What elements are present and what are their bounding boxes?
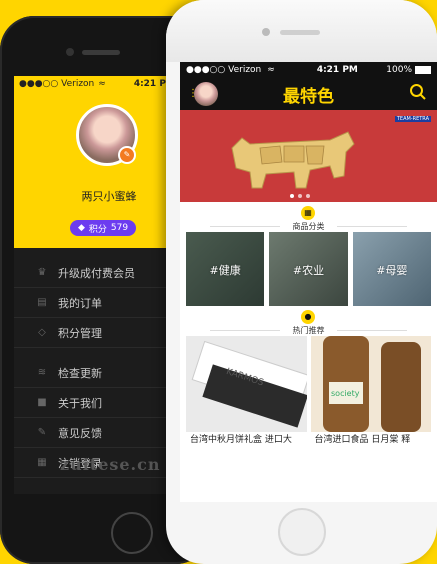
edit-avatar-icon[interactable]: ✎ xyxy=(118,146,136,164)
diamond-icon: ◇ xyxy=(38,327,46,338)
brand-text: society xyxy=(331,389,360,398)
points-label: 积分 xyxy=(88,224,107,235)
product-list: KARMOS 台湾中秋月饼礼盒 进口大 society 台湾进口食品 日月棠 释 xyxy=(180,336,437,448)
wifi-icon: ≈ xyxy=(98,79,106,89)
category-agriculture[interactable]: #农业 xyxy=(269,232,348,306)
category-label: #健康 xyxy=(209,264,241,277)
front-phone-camera xyxy=(262,28,270,36)
grid-icon: ▦ xyxy=(301,206,315,220)
battery-icon xyxy=(415,66,431,74)
menu-item-label: 我的订单 xyxy=(58,296,102,310)
status-time: 4:21 PM xyxy=(316,65,358,75)
status-bar: ●●●○○ Verizon ≈ 4:21 PM 100% xyxy=(180,62,437,78)
edit-icon: ✎ xyxy=(37,427,47,438)
camera-icon: ■ xyxy=(37,397,47,408)
carrier-label: ●●●○○ Verizon xyxy=(19,79,95,89)
category-list: #健康 #农业 #母婴 xyxy=(180,232,437,306)
product-name: 台湾进口食品 日月棠 释 xyxy=(310,432,431,448)
menu-item-label: 升级成付费会员 xyxy=(58,266,135,280)
category-health[interactable]: #健康 xyxy=(186,232,265,306)
category-label: #母婴 xyxy=(376,264,408,277)
product-name: 台湾中秋月饼礼盒 进口大 xyxy=(186,432,307,448)
grid-icon: ▦ xyxy=(37,457,47,468)
front-home-button[interactable] xyxy=(278,508,326,556)
front-phone-bezel xyxy=(166,0,437,62)
crown-icon: ♛ xyxy=(37,267,47,278)
flame-icon: ● xyxy=(301,310,315,324)
front-phone-screen: ●●●○○ Verizon ≈ 4:21 PM 100% ⋮ 最特色 TEAM-… xyxy=(180,62,437,502)
back-phone-camera xyxy=(66,48,74,56)
carrier-label: ●●●○○ Verizon xyxy=(186,65,262,75)
category-mother-baby[interactable]: #母婴 xyxy=(352,232,431,306)
diamond-icon: ◆ xyxy=(77,223,85,233)
cow-cutting-board-image xyxy=(231,131,355,189)
points-badge[interactable]: ◆ 积分 579 xyxy=(70,220,136,236)
battery-label: 100% xyxy=(386,65,412,75)
points-value: 579 xyxy=(110,223,129,233)
clipboard-icon: ▤ xyxy=(37,297,47,308)
layers-icon: ≋ xyxy=(37,367,47,378)
carousel-dot[interactable] xyxy=(290,194,294,198)
app-header: ⋮ 最特色 xyxy=(180,78,437,110)
back-phone-speaker xyxy=(82,50,120,55)
categories-section-header: ▦ 商品分类 xyxy=(180,202,437,232)
carousel-dots[interactable] xyxy=(290,194,310,198)
menu-item-label: 意见反馈 xyxy=(58,426,102,440)
mooncake-box-image: KARMOS xyxy=(191,340,307,428)
search-icon[interactable] xyxy=(409,83,427,105)
wifi-icon: ≈ xyxy=(267,65,275,75)
page-title: 最特色 xyxy=(283,87,334,107)
category-label: #农业 xyxy=(292,264,325,277)
hot-section-header: ● 热门推荐 xyxy=(180,306,437,336)
menu-item-label: 关于我们 xyxy=(58,396,102,410)
front-phone-speaker xyxy=(280,30,320,35)
watermark: zuitese.cn xyxy=(60,455,161,474)
carousel-dot[interactable] xyxy=(298,194,302,198)
brand-tag: TEAM-RETRA xyxy=(394,116,431,122)
divider xyxy=(337,330,407,331)
menu-item-label: 积分管理 xyxy=(58,326,102,340)
product-card[interactable]: society 台湾进口食品 日月棠 释 xyxy=(310,336,431,448)
carousel-dot[interactable] xyxy=(306,194,310,198)
tea-canister-image: society xyxy=(322,336,421,432)
menu-item-label: 检查更新 xyxy=(58,366,102,380)
front-phone: ●●●○○ Verizon ≈ 4:21 PM 100% ⋮ 最特色 TEAM-… xyxy=(166,0,437,564)
back-home-button[interactable] xyxy=(111,512,153,554)
product-card[interactable]: KARMOS 台湾中秋月饼礼盒 进口大 xyxy=(186,336,307,448)
divider xyxy=(337,226,407,227)
promo-banner[interactable]: TEAM-RETRA xyxy=(180,110,437,202)
